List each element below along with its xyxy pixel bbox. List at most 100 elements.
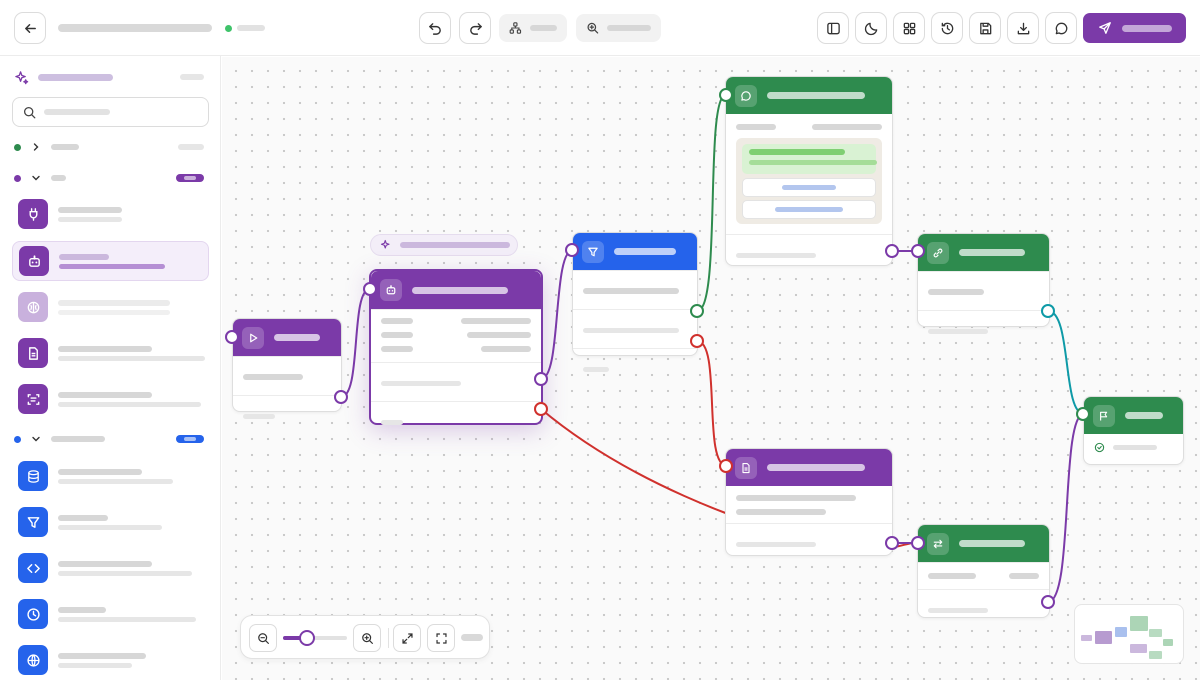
node-header[interactable] — [1084, 397, 1183, 434]
save-button[interactable] — [969, 12, 1001, 44]
undo-button[interactable] — [419, 12, 451, 44]
theme-toggle-button[interactable] — [855, 12, 887, 44]
library-item-database[interactable] — [12, 456, 209, 496]
connection-filter-message[interactable] — [696, 94, 727, 312]
bot-icon — [28, 254, 40, 267]
code-icon — [26, 563, 40, 573]
node-header[interactable] — [726, 77, 892, 114]
node-start[interactable] — [232, 318, 342, 419]
library-item-document[interactable] — [12, 333, 209, 373]
node-header[interactable] — [233, 319, 341, 356]
zoom-menu-button[interactable] — [576, 14, 661, 42]
zoom-out-button[interactable] — [249, 624, 277, 652]
port-document-out[interactable] — [885, 536, 899, 550]
redo-button[interactable] — [459, 12, 491, 44]
library-item-extractor[interactable] — [12, 379, 209, 419]
library-item-agent[interactable] — [12, 241, 209, 281]
node-end[interactable] — [1083, 396, 1184, 465]
fullscreen-button[interactable] — [393, 624, 421, 652]
connection-agent-filter[interactable] — [540, 249, 574, 380]
port-agent-error[interactable] — [534, 402, 548, 416]
auto-layout-button[interactable] — [499, 14, 567, 42]
zoom-slider-handle[interactable] — [299, 630, 315, 646]
port-document-in[interactable] — [719, 459, 733, 473]
library-item-schedule[interactable] — [12, 594, 209, 634]
zoom-slider[interactable] — [283, 630, 347, 646]
connection-tool-end[interactable] — [1047, 310, 1085, 415]
node-filter[interactable] — [572, 232, 698, 372]
library-item-integration[interactable] — [12, 194, 209, 234]
minimap-node — [1115, 627, 1127, 637]
workflow-editor — [0, 0, 1200, 680]
toggle-sidebar-button[interactable] — [817, 12, 849, 44]
status-dot — [225, 25, 232, 32]
library-item-code[interactable] — [12, 548, 209, 588]
publish-button[interactable] — [1083, 13, 1186, 43]
brain-icon — [27, 301, 39, 313]
library-item-memory[interactable] — [12, 287, 209, 327]
port-filter-true[interactable] — [690, 304, 704, 318]
fit-view-button[interactable] — [427, 624, 455, 652]
sparkles-icon — [380, 239, 390, 249]
minimap-node — [1130, 644, 1147, 653]
search-icon — [23, 106, 36, 118]
port-start-out[interactable] — [334, 390, 348, 404]
connection-transform-end[interactable] — [1047, 413, 1085, 603]
minimap-node — [1095, 631, 1112, 644]
connection-start-agent[interactable] — [340, 288, 371, 398]
comments-button[interactable] — [1045, 12, 1077, 44]
swap-icon — [933, 539, 943, 548]
node-tool[interactable] — [917, 233, 1050, 334]
minimap[interactable] — [1074, 604, 1184, 664]
connection-filter-document[interactable] — [696, 340, 728, 467]
port-tool-in[interactable] — [911, 244, 925, 258]
redo-icon — [469, 22, 482, 35]
chevron-down-icon — [32, 175, 40, 181]
group-header-ai[interactable] — [14, 172, 66, 184]
message-button-1[interactable] — [742, 178, 876, 197]
port-agent-out[interactable] — [534, 372, 548, 386]
node-header[interactable] — [371, 271, 541, 309]
node-header[interactable] — [726, 449, 892, 486]
port-agent-in[interactable] — [363, 282, 377, 296]
node-library-sidebar — [0, 56, 221, 680]
minimap-node — [1149, 629, 1162, 637]
port-message-in[interactable] — [719, 88, 733, 102]
message-button-2[interactable] — [742, 200, 876, 219]
scan-text-icon — [27, 393, 39, 405]
port-tool-out[interactable] — [1041, 304, 1055, 318]
library-item-http[interactable] — [12, 640, 209, 680]
annotation-text — [400, 242, 510, 248]
port-end-in[interactable] — [1076, 407, 1090, 421]
port-transform-out[interactable] — [1041, 595, 1055, 609]
node-header[interactable] — [573, 233, 697, 270]
group-header-data[interactable] — [14, 433, 105, 445]
node-agent[interactable] — [369, 269, 543, 425]
node-header[interactable] — [918, 234, 1049, 271]
port-filter-false[interactable] — [690, 334, 704, 348]
annotation-label[interactable] — [370, 234, 518, 256]
zoom-in-button[interactable] — [353, 624, 381, 652]
components-button[interactable] — [893, 12, 925, 44]
node-transform[interactable] — [917, 524, 1050, 618]
node-title — [1125, 412, 1163, 419]
port-filter-in[interactable] — [565, 243, 579, 257]
port-start-in[interactable] — [225, 330, 239, 344]
node-document[interactable] — [725, 448, 893, 556]
search-input[interactable] — [12, 97, 209, 127]
back-button[interactable] — [14, 12, 46, 44]
group-label — [51, 144, 79, 150]
node-header[interactable] — [918, 525, 1049, 562]
send-icon — [1099, 22, 1111, 34]
group-count — [178, 144, 204, 150]
history-button[interactable] — [931, 12, 963, 44]
group-header-flow[interactable] — [14, 141, 79, 153]
node-message[interactable] — [725, 76, 893, 266]
sparkles-icon — [15, 71, 29, 85]
workflow-canvas[interactable] — [222, 57, 1200, 680]
export-button[interactable] — [1007, 12, 1039, 44]
library-item-filter[interactable] — [12, 502, 209, 542]
workflow-title[interactable] — [58, 24, 212, 32]
port-message-out[interactable] — [885, 244, 899, 258]
port-transform-in[interactable] — [911, 536, 925, 550]
